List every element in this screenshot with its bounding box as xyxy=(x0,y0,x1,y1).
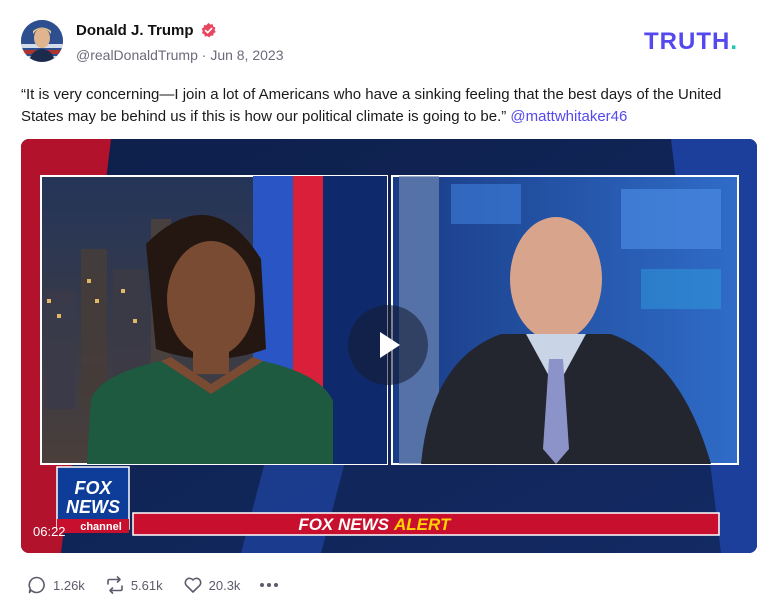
author-display-name[interactable]: Donald J. Trump xyxy=(76,22,194,39)
reply-button[interactable]: 1.26k xyxy=(27,575,85,595)
fox-logo-line3: channel xyxy=(80,521,122,533)
alert-banner-prefix: FOX NEWS xyxy=(298,515,389,534)
video-duration: 06:22 xyxy=(33,524,66,539)
reply-count: 1.26k xyxy=(53,577,85,593)
post-date[interactable]: Jun 8, 2023 xyxy=(210,47,283,63)
truth-logo[interactable]: TRUTH. xyxy=(644,30,738,54)
verified-badge-icon xyxy=(200,22,217,39)
logo-dot: . xyxy=(730,28,738,55)
avatar-image xyxy=(21,20,63,62)
meta-separator: · xyxy=(201,47,207,63)
more-dot-icon xyxy=(267,583,272,587)
play-icon xyxy=(380,332,400,358)
more-dot-icon xyxy=(274,583,279,587)
like-count: 20.3k xyxy=(208,577,241,593)
more-options-button[interactable] xyxy=(260,583,279,587)
alert-banner-alert: ALERT xyxy=(393,515,452,534)
more-dot-icon xyxy=(260,583,265,587)
author-meta: @realDonaldTrump · Jun 8, 2023 xyxy=(76,47,283,63)
fox-logo-line2: NEWS xyxy=(66,497,120,517)
fox-logo-line1: FOX xyxy=(74,478,112,498)
play-button[interactable] xyxy=(348,305,428,385)
author-handle[interactable]: @realDonaldTrump xyxy=(76,47,198,63)
heart-icon xyxy=(184,577,202,593)
avatar[interactable] xyxy=(21,20,63,62)
retruth-count: 5.61k xyxy=(130,577,163,593)
author-name-row[interactable]: Donald J. Trump xyxy=(76,22,217,39)
action-bar: 1.26k 5.61k 20.3k xyxy=(27,574,279,596)
post-body: “It is very concerning—I join a lot of A… xyxy=(21,84,756,128)
retruth-button[interactable]: 5.61k xyxy=(105,575,163,595)
mention-link[interactable]: @mattwhitaker46 xyxy=(510,108,627,125)
retruth-icon xyxy=(107,576,123,594)
like-button[interactable]: 20.3k xyxy=(183,575,241,595)
reply-icon xyxy=(28,576,45,594)
logo-text: TRUTH xyxy=(644,28,731,55)
